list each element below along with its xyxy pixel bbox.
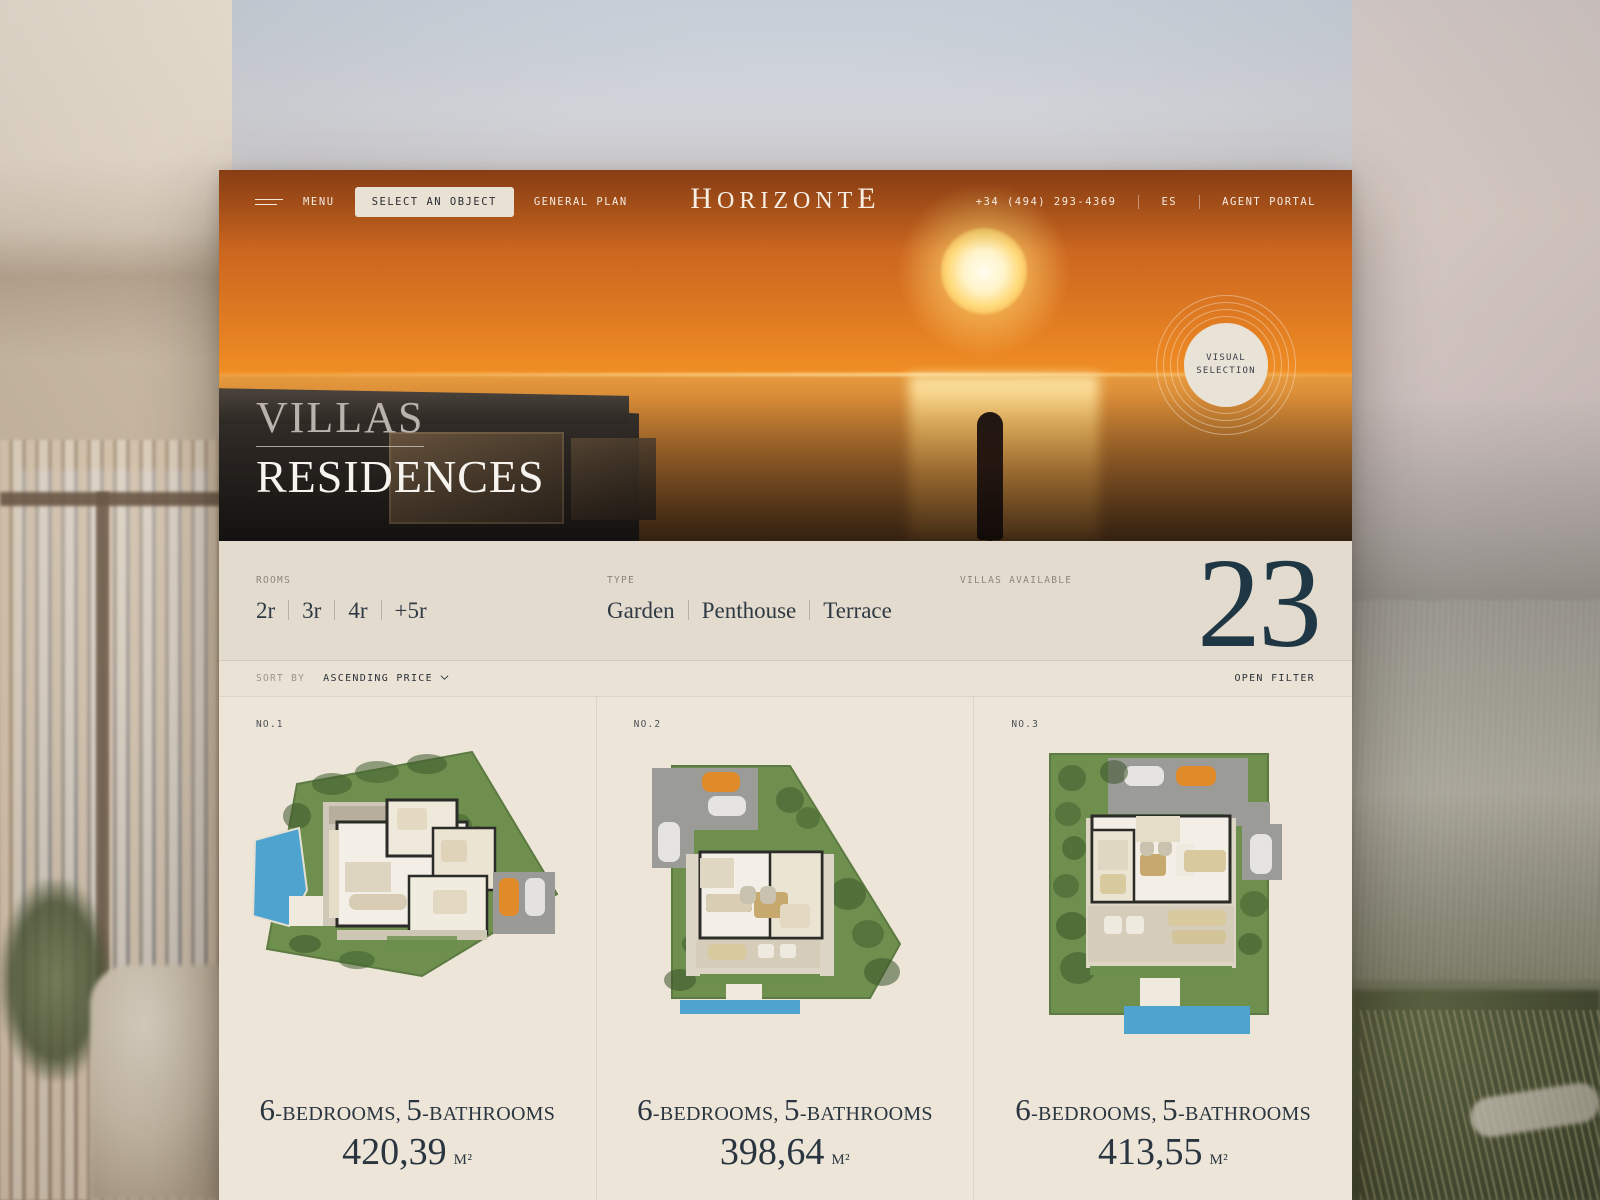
option-divider <box>288 600 290 620</box>
agent-portal-link[interactable]: AGENT PORTAL <box>1222 196 1316 208</box>
website-window: MENU SELECT AN OBJECT GENERAL PLAN +34 (… <box>219 170 1352 1200</box>
rooms-options: 2r 3r 4r +5r <box>256 598 427 624</box>
option-divider <box>809 600 811 620</box>
bedrooms-count: 6 <box>637 1092 653 1127</box>
open-filter-button[interactable]: OPEN FILTER <box>1234 673 1315 684</box>
option-divider <box>380 600 382 620</box>
rooms-caption: ROOMS <box>256 575 292 586</box>
bedrooms-label: -BEDROOMS, <box>275 1103 402 1125</box>
card-specs: 6-BEDROOMS, 5-BATHROOMS 398,64 M² <box>597 1092 974 1174</box>
menu-label[interactable]: MENU <box>303 196 335 208</box>
type-option-garden[interactable]: Garden <box>607 598 675 624</box>
site-plan-drawing <box>1049 753 1283 1034</box>
nav-divider <box>1138 195 1140 209</box>
bathrooms-label: -BATHROOMS <box>422 1103 556 1125</box>
hero-section: MENU SELECT AN OBJECT GENERAL PLAN +34 (… <box>219 170 1352 541</box>
sort-by-value: ASCENDING PRICE <box>323 673 433 684</box>
top-navigation: MENU SELECT AN OBJECT GENERAL PLAN +34 (… <box>219 170 1352 234</box>
card-specs: 6-BEDROOMS, 5-BATHROOMS 420,39 M² <box>219 1092 596 1174</box>
card-area-spec: 413,55 M² <box>974 1130 1352 1174</box>
sort-bar: SORT BY ASCENDING PRICE OPEN FILTER <box>219 661 1352 697</box>
area-unit: M² <box>1209 1152 1229 1168</box>
backdrop-city-texture <box>1352 600 1600 980</box>
card-room-spec: 6-BEDROOMS, 5-BATHROOMS <box>974 1092 1352 1128</box>
card-room-spec: 6-BEDROOMS, 5-BATHROOMS <box>597 1092 974 1128</box>
bathrooms-count: 5 <box>1162 1092 1178 1127</box>
rooms-option-5r-plus[interactable]: +5r <box>395 598 427 624</box>
chevron-down-icon <box>440 675 449 680</box>
site-plan-drawing <box>651 765 902 1014</box>
bedrooms-label: -BEDROOMS, <box>652 1103 779 1125</box>
nav-right-group: +34 (494) 293-4369 ES AGENT PORTAL <box>976 195 1316 209</box>
card-number: NO.3 <box>1011 719 1039 730</box>
option-divider <box>687 600 689 620</box>
nav-left-group: MENU SELECT AN OBJECT GENERAL PLAN <box>255 187 628 217</box>
select-an-object-button[interactable]: SELECT AN OBJECT <box>354 187 514 217</box>
card-number: NO.1 <box>256 719 284 730</box>
visual-selection-line-1: VISUAL <box>1206 352 1246 363</box>
sort-by-dropdown[interactable]: ASCENDING PRICE <box>323 673 449 684</box>
bedrooms-label: -BEDROOMS, <box>1031 1103 1157 1125</box>
villa-card[interactable]: NO.2 6-BEDROOMS, 5-BATHROOMS 398,64 M² <box>597 697 975 1200</box>
area-value: 413,55 <box>1097 1131 1203 1173</box>
hero-title-residences: RESIDENCES <box>256 450 545 502</box>
card-number: NO.2 <box>633 719 662 730</box>
bedrooms-count: 6 <box>259 1092 276 1127</box>
filter-bar: ROOMS 2r 3r 4r +5r TYPE Garden Penthouse… <box>219 539 1352 667</box>
villa-card[interactable]: NO.1 6-BEDROOMS, 5-BATHROOMS 420,39 M² <box>219 697 597 1200</box>
card-area-spec: 398,64 M² <box>597 1130 974 1174</box>
villa-card[interactable]: NO.3 6-BEDROOMS, 5-BATHROOMS 413,55 M² <box>974 697 1352 1200</box>
villa-site-plan-2[interactable] <box>597 744 974 1044</box>
bathrooms-count: 5 <box>784 1092 800 1127</box>
hero-villa-window-secondary <box>571 438 656 520</box>
villa-site-plan-1[interactable] <box>219 744 596 1044</box>
bedrooms-count: 6 <box>1015 1092 1032 1127</box>
rooms-filter-group: ROOMS 2r 3r 4r +5r <box>256 541 427 624</box>
bathrooms-count: 5 <box>406 1092 423 1127</box>
visual-selection-line-2: SELECTION <box>1196 366 1256 376</box>
visual-selection-core[interactable]: VISUAL SELECTION <box>1184 323 1268 407</box>
villas-available-count: 23 <box>1197 532 1322 674</box>
villa-card-grid: NO.1 6-BEDROOMS, 5-BATHROOMS 420,39 M² N… <box>219 697 1352 1200</box>
villa-site-plan-3[interactable] <box>974 744 1352 1044</box>
menu-hamburger-icon[interactable] <box>255 199 283 205</box>
hero-sun-reflection <box>909 375 1099 541</box>
card-area-spec: 420,39 M² <box>219 1130 596 1174</box>
sun-icon <box>941 228 1027 314</box>
type-option-penthouse[interactable]: Penthouse <box>702 598 797 624</box>
visual-selection-button[interactable]: VISUAL SELECTION <box>1156 295 1296 435</box>
area-unit: M² <box>831 1152 851 1168</box>
site-plan-drawing <box>252 750 559 978</box>
area-value: 420,39 <box>342 1131 447 1173</box>
area-unit: M² <box>453 1152 473 1168</box>
visual-selection-label: VISUAL SELECTION <box>1196 352 1256 379</box>
phone-number[interactable]: +34 (494) 293-4369 <box>976 196 1117 208</box>
type-option-terrace[interactable]: Terrace <box>823 598 892 624</box>
type-caption: TYPE <box>607 575 636 586</box>
villas-available-group: VILLAS AVAILABLE <box>960 541 1072 586</box>
bathrooms-label: -BATHROOMS <box>1177 1103 1312 1125</box>
type-filter-group: TYPE Garden Penthouse Terrace <box>607 541 892 624</box>
card-specs: 6-BEDROOMS, 5-BATHROOMS 413,55 M² <box>974 1092 1352 1174</box>
villas-available-caption: VILLAS AVAILABLE <box>960 575 1073 586</box>
rooms-option-4r[interactable]: 4r <box>348 598 367 624</box>
rooms-option-3r[interactable]: 3r <box>302 598 321 624</box>
language-switcher[interactable]: ES <box>1161 196 1177 208</box>
area-value: 398,64 <box>719 1131 825 1173</box>
general-plan-link[interactable]: GENERAL PLAN <box>534 196 628 208</box>
type-options: Garden Penthouse Terrace <box>607 598 892 624</box>
hero-person-silhouette <box>977 412 1003 540</box>
nav-divider <box>1199 195 1201 209</box>
hero-title-block: VILLAS RESIDENCES <box>256 395 545 502</box>
option-divider <box>334 600 336 620</box>
sort-by-caption: SORT BY <box>256 673 306 684</box>
rooms-option-2r[interactable]: 2r <box>256 598 275 624</box>
card-room-spec: 6-BEDROOMS, 5-BATHROOMS <box>219 1092 596 1128</box>
backdrop-frame-horizontal <box>0 492 232 506</box>
hero-title-villas: VILLAS <box>256 395 425 447</box>
bathrooms-label: -BATHROOMS <box>799 1103 933 1125</box>
